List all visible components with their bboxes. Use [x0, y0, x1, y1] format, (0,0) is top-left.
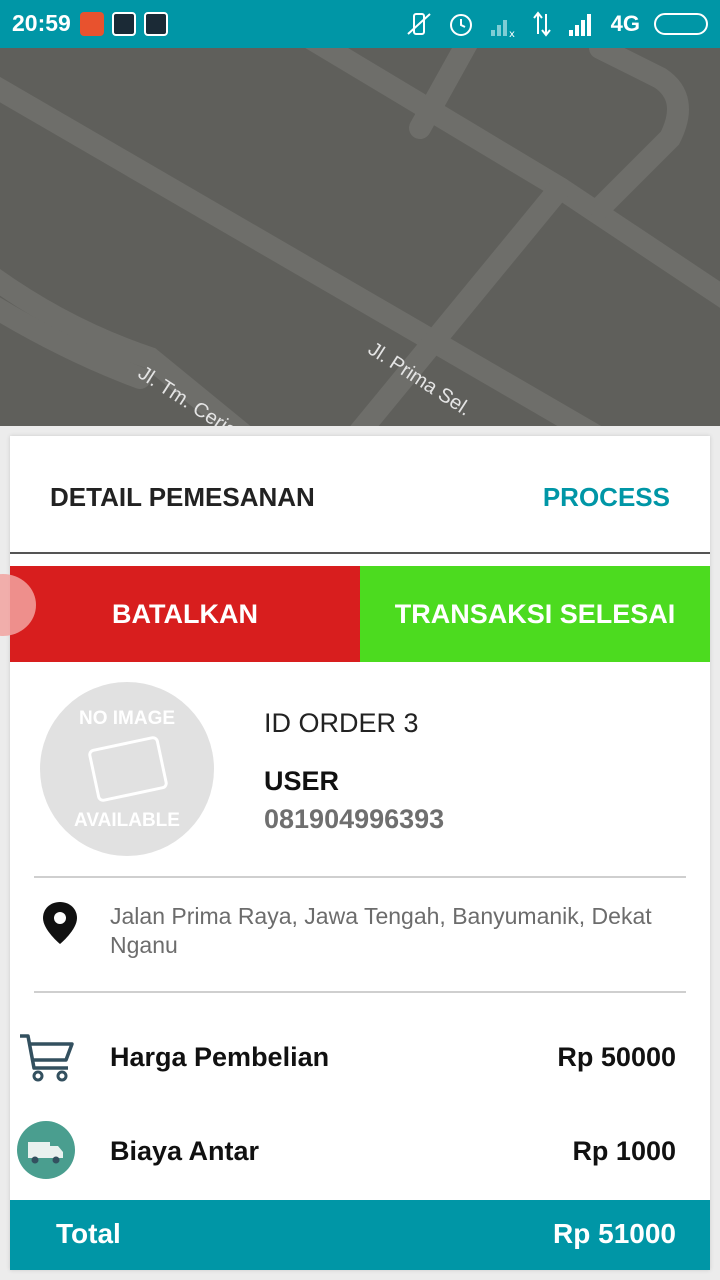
- purchase-price-value: Rp 50000: [557, 1042, 676, 1072]
- photo-placeholder-icon: [87, 735, 169, 803]
- signal-icon: x: [490, 20, 515, 38]
- network-type: 4G: [610, 11, 640, 36]
- signal-icon: [568, 14, 591, 36]
- bbm-icon: [112, 12, 136, 36]
- user-phone: 081904996393: [264, 804, 445, 834]
- location-pin-icon: [43, 902, 77, 944]
- card-header: DETAIL PEMESANAN PROCESS: [10, 436, 710, 554]
- delivery-fee-label: Biaya Antar: [110, 1136, 260, 1166]
- user-name: USER: [264, 766, 340, 796]
- purchase-price-label: Harga Pembelian: [110, 1042, 330, 1072]
- vibrate-off-icon: [406, 13, 431, 35]
- battery-icon: [654, 13, 708, 35]
- status-badge: PROCESS: [542, 482, 670, 512]
- cancel-button[interactable]: BATALKAN: [10, 566, 360, 662]
- total-value: Rp 51000: [553, 1218, 676, 1249]
- map-view[interactable]: Jl. Prima Sel. Jl. Tm. Ceria: [0, 48, 720, 426]
- status-bar: 20:59 x 4G: [0, 0, 720, 48]
- screen-record-icon: [80, 12, 104, 36]
- page-title: DETAIL PEMESANAN: [50, 482, 315, 512]
- complete-transaction-button[interactable]: TRANSAKSI SELESAI: [360, 566, 710, 662]
- order-detail-card: DETAIL PEMESANAN PROCESS BATALKAN TRANSA…: [10, 436, 710, 1270]
- divider: [34, 991, 686, 993]
- delivery-address: Jalan Prima Raya, Jawa Tengah, Banyumani…: [110, 903, 652, 958]
- avatar-top-text: NO IMAGE: [78, 708, 176, 729]
- svg-text:x: x: [509, 29, 515, 38]
- map-roads: [0, 48, 720, 426]
- order-id: ID ORDER 3: [264, 708, 419, 738]
- avatar: NO IMAGE AVAILABLE: [40, 682, 214, 856]
- status-time: 20:59: [12, 10, 71, 36]
- divider: [34, 876, 686, 878]
- data-arrows-icon: [532, 11, 551, 37]
- delivery-truck-icon: [17, 1121, 75, 1179]
- total-label: Total: [56, 1218, 121, 1249]
- status-right-group: x 4G: [405, 8, 708, 40]
- bbm-icon: [144, 12, 168, 36]
- delivery-fee-value: Rp 1000: [572, 1136, 676, 1166]
- avatar-bottom-text: AVAILABLE: [74, 810, 180, 831]
- total-bar: Total Rp 51000: [10, 1200, 710, 1270]
- alarm-icon: [449, 14, 472, 36]
- shopping-cart-icon: [20, 1034, 74, 1082]
